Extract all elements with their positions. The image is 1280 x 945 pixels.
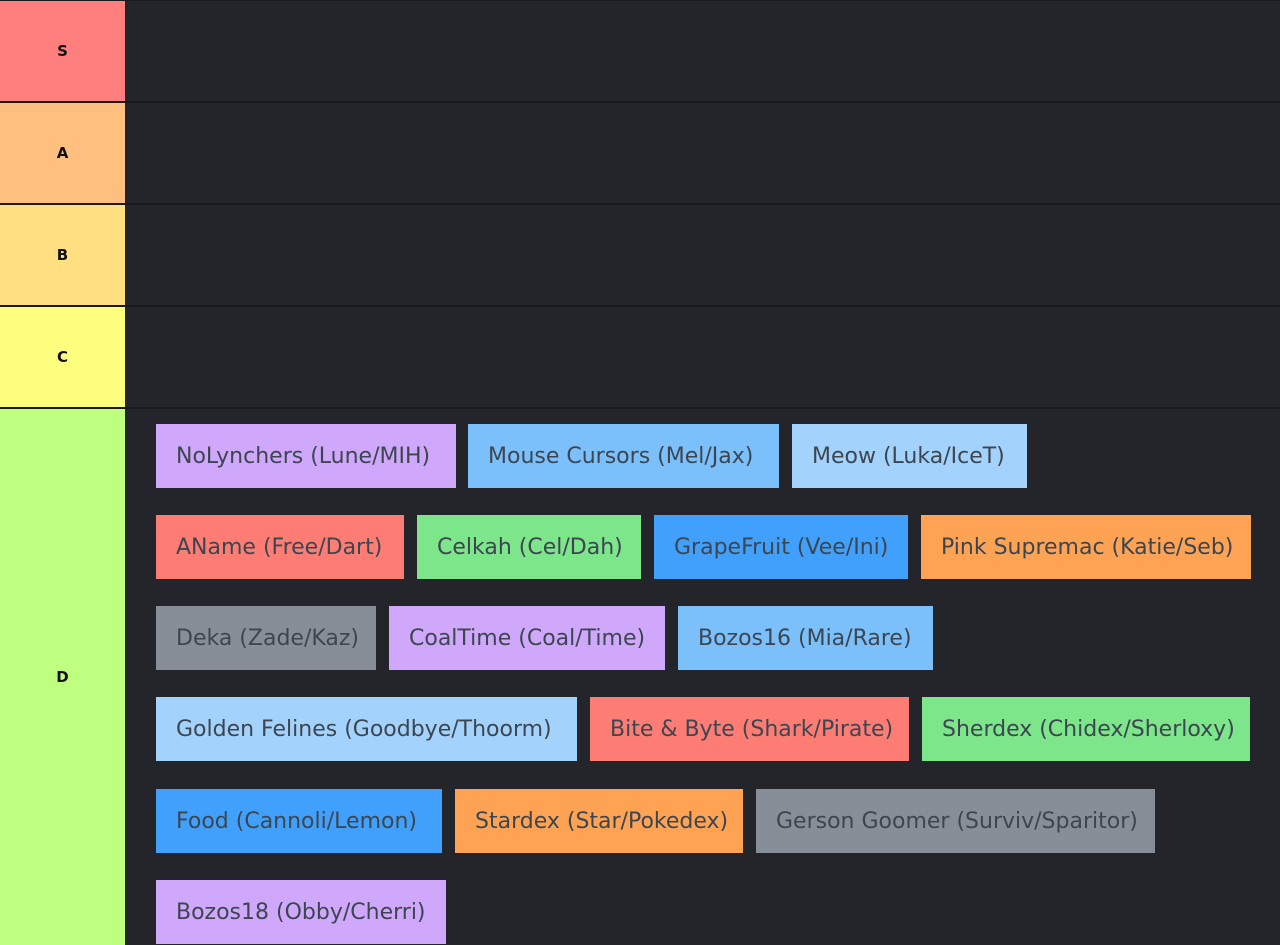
tier-item[interactable]: Stardex (Star/Pokedex) — [455, 789, 743, 853]
tier-item[interactable]: Deka (Zade/Kaz) — [156, 606, 376, 670]
tier-label-a[interactable]: A — [0, 103, 125, 203]
tier-item[interactable]: Bite & Byte (Shark/Pirate) — [590, 697, 909, 761]
tier-item[interactable]: Celkah (Cel/Dah) — [417, 515, 641, 579]
tier-row-b: B — [0, 205, 1280, 305]
tier-item[interactable]: AName (Free/Dart) — [156, 515, 404, 579]
tier-dropzone-s[interactable] — [125, 1, 1280, 101]
tier-item[interactable]: Gerson Goomer (Surviv/Sparitor) — [756, 789, 1155, 853]
tier-item[interactable]: Bozos18 (Obby/Cherri) — [156, 880, 446, 944]
tier-item[interactable]: Bozos16 (Mia/Rare) — [678, 606, 933, 670]
tier-item[interactable]: Golden Felines (Goodbye/Thoorm) — [156, 697, 577, 761]
tier-dropzone-a[interactable] — [125, 103, 1280, 203]
tier-item[interactable]: GrapeFruit (Vee/Ini) — [654, 515, 908, 579]
tier-row-a: A — [0, 103, 1280, 203]
tier-label-b[interactable]: B — [0, 205, 125, 305]
tier-label-c[interactable]: C — [0, 307, 125, 407]
tier-item[interactable]: Food (Cannoli/Lemon) — [156, 789, 442, 853]
tier-row-c: C — [0, 307, 1280, 407]
tier-item[interactable]: NoLynchers (Lune/MIH) — [156, 424, 456, 488]
tier-item[interactable]: Mouse Cursors (Mel/Jax) — [468, 424, 779, 488]
tier-item[interactable]: Sherdex (Chidex/Sherloxy) — [922, 697, 1250, 761]
tier-item[interactable]: Pink Supremac (Katie/Seb) — [921, 515, 1251, 579]
tier-row-d: D NoLynchers (Lune/MIH) Mouse Cursors (M… — [0, 409, 1280, 945]
tier-dropzone-b[interactable] — [125, 205, 1280, 305]
tier-dropzone-c[interactable] — [125, 307, 1280, 407]
tier-item[interactable]: CoalTime (Coal/Time) — [389, 606, 665, 670]
tier-item[interactable]: Meow (Luka/IceT) — [792, 424, 1027, 488]
tier-list: S A B C D NoLynchers (Lune/MIH) Mouse Cu… — [0, 0, 1280, 945]
tier-dropzone-d[interactable]: NoLynchers (Lune/MIH) Mouse Cursors (Mel… — [125, 409, 1280, 945]
tier-label-d[interactable]: D — [0, 409, 125, 945]
tier-row-s: S — [0, 1, 1280, 101]
tier-label-s[interactable]: S — [0, 1, 125, 101]
